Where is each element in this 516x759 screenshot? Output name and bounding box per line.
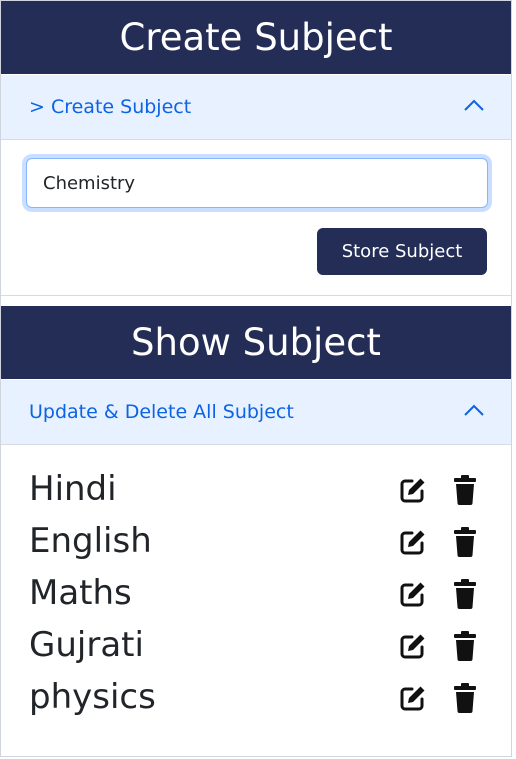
list-item: English: [29, 517, 489, 569]
trash-icon[interactable]: [453, 579, 477, 609]
list-item: Gujrati: [29, 621, 489, 673]
subject-list: Hindi English Maths Gujrati physics: [29, 465, 489, 725]
list-item: Maths: [29, 569, 489, 621]
show-subject-accordion-label: Update & Delete All Subject: [29, 401, 294, 423]
show-subject-header: Show Subject: [1, 306, 511, 379]
create-subject-accordion-toggle[interactable]: > Create Subject: [1, 75, 511, 140]
subject-name: physics: [29, 677, 156, 717]
subject-name-input[interactable]: [26, 158, 488, 208]
show-subject-title: Show Subject: [131, 321, 381, 364]
create-subject-title: Create Subject: [119, 16, 393, 59]
show-subject-accordion-toggle[interactable]: Update & Delete All Subject: [1, 380, 511, 445]
edit-icon[interactable]: [399, 632, 427, 660]
chevron-up-icon: [464, 404, 484, 416]
create-subject-header: Create Subject: [1, 1, 511, 74]
store-subject-button[interactable]: Store Subject: [317, 228, 487, 275]
edit-icon[interactable]: [399, 528, 427, 556]
edit-icon[interactable]: [399, 580, 427, 608]
subject-list-panel: Hindi English Maths Gujrati physics: [1, 445, 511, 747]
subject-name: English: [29, 521, 152, 561]
edit-icon[interactable]: [399, 476, 427, 504]
subject-name: Maths: [29, 573, 132, 613]
chevron-up-icon: [464, 99, 484, 111]
create-subject-panel: Store Subject: [1, 140, 511, 296]
list-item: Hindi: [29, 465, 489, 517]
trash-icon[interactable]: [453, 631, 477, 661]
list-item: physics: [29, 673, 489, 725]
edit-icon[interactable]: [399, 684, 427, 712]
subject-name: Gujrati: [29, 625, 144, 665]
trash-icon[interactable]: [453, 475, 477, 505]
trash-icon[interactable]: [453, 527, 477, 557]
create-subject-accordion-label: > Create Subject: [29, 96, 192, 118]
subject-name: Hindi: [29, 469, 117, 509]
trash-icon[interactable]: [453, 683, 477, 713]
